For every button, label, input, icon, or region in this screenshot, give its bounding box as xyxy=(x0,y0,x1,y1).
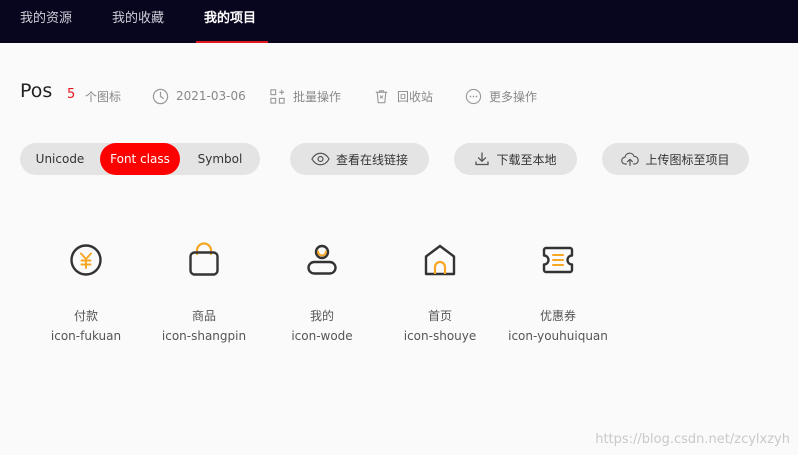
icon-count: 5 xyxy=(67,87,76,102)
trash-icon xyxy=(375,89,388,103)
nav-tab-my-projects[interactable]: 我的项目 xyxy=(204,0,256,43)
nav-tab-my-favorites[interactable]: 我的收藏 xyxy=(112,0,164,43)
active-tab-indicator xyxy=(196,41,268,43)
icon-title: 商品 xyxy=(191,309,216,323)
eye-icon xyxy=(311,152,330,166)
view-online-link-label: 查看在线链接 xyxy=(335,152,408,167)
tab-unicode[interactable]: Unicode xyxy=(20,143,100,175)
home-icon[interactable] xyxy=(420,240,460,280)
upload-icons-label: 上传图标至项目 xyxy=(645,152,730,167)
payment-icon[interactable] xyxy=(66,240,106,280)
batch-operation-label: 批量操作 xyxy=(293,89,342,104)
icon-class-name: icon-fukuan xyxy=(50,329,122,343)
tab-font-class[interactable]: Font class xyxy=(100,143,180,175)
icon-title: 优惠券 xyxy=(539,309,576,323)
cloud-upload-icon xyxy=(621,152,640,166)
format-switcher: Unicode Font class Symbol xyxy=(20,143,260,175)
icon-class-name: icon-youhuiquan xyxy=(508,329,608,343)
nav-tab-my-resources[interactable]: 我的资源 xyxy=(20,0,72,43)
recycle-bin-label: 回收站 xyxy=(397,89,434,104)
batch-icon xyxy=(270,88,285,104)
more-operations-label: 更多操作 xyxy=(489,89,538,104)
recycle-bin-button[interactable]: 回收站 xyxy=(373,86,433,106)
project-title: Pos xyxy=(20,80,53,102)
upload-icons-button[interactable]: 上传图标至项目 xyxy=(602,143,749,175)
download-label: 下载至本地 xyxy=(496,152,557,167)
view-online-link-button[interactable]: 查看在线链接 xyxy=(290,143,429,175)
coupon-icon[interactable] xyxy=(538,240,578,280)
icon-class-name: icon-shouye xyxy=(403,329,477,343)
icon-title: 首页 xyxy=(427,309,452,323)
user-icon[interactable] xyxy=(302,240,342,280)
clock-icon xyxy=(152,88,169,104)
project-date-text: 2021-03-06 xyxy=(176,89,246,103)
download-icon xyxy=(475,152,490,166)
more-operations-button[interactable]: 更多操作 xyxy=(465,86,537,106)
project-date: 2021-03-06 xyxy=(152,86,246,106)
icon-class-name: icon-shangpin xyxy=(161,329,247,343)
icon-class-name: icon-wode xyxy=(291,329,353,343)
icon-count-unit: 个图标 xyxy=(85,90,122,104)
more-icon xyxy=(465,88,482,104)
icon-title: 我的 xyxy=(309,309,334,323)
download-button[interactable]: 下载至本地 xyxy=(454,143,577,175)
shopping-bag-icon[interactable] xyxy=(184,240,224,280)
tab-symbol[interactable]: Symbol xyxy=(180,143,260,175)
watermark-text: https://blog.csdn.net/zcylxzyh xyxy=(595,432,790,447)
top-nav: 我的资源 我的收藏 我的项目 xyxy=(0,0,798,43)
batch-operation-button[interactable]: 批量操作 xyxy=(269,86,341,106)
icon-title: 付款 xyxy=(73,309,98,323)
